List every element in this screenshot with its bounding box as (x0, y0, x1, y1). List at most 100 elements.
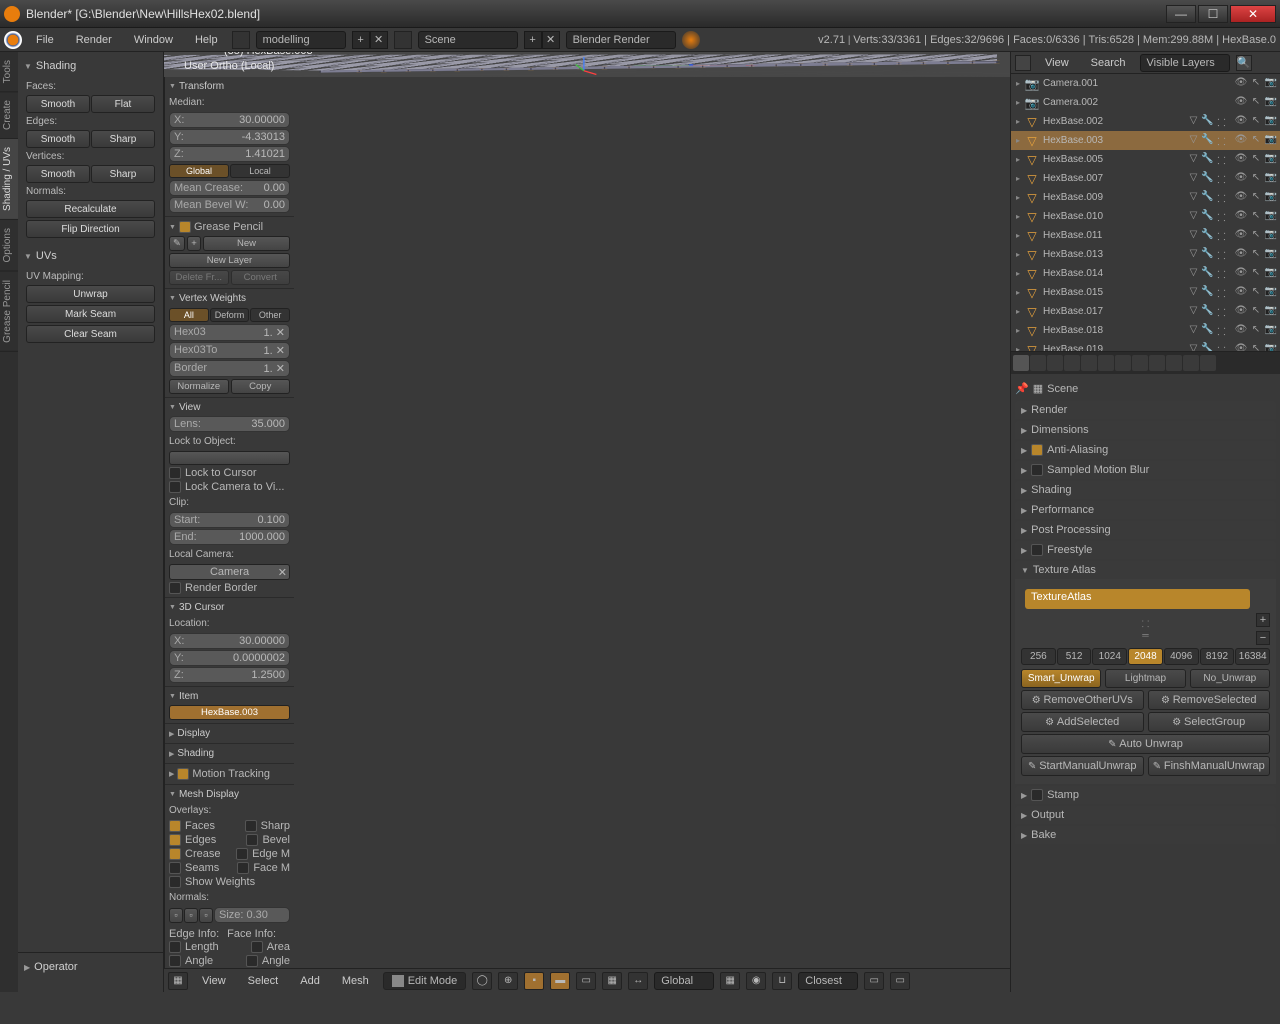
outliner-item[interactable]: ▸▽HexBase.007▽🔧⸬👁↖📷 (1011, 169, 1280, 188)
size-256-button[interactable]: 256 (1021, 648, 1056, 665)
median-z-field[interactable]: Z:1.41021 (169, 146, 290, 162)
overlay-edges-cb[interactable] (169, 834, 181, 846)
overlay-faces-cb[interactable] (169, 820, 181, 832)
shading-n-panel-header[interactable]: Shading (169, 746, 290, 761)
median-y-field[interactable]: Y:-4.33013 (169, 129, 290, 145)
normal-size-field[interactable]: Size: 0.30 (214, 907, 290, 923)
outliner-item[interactable]: ▸▽HexBase.005▽🔧⸬👁↖📷 (1011, 150, 1280, 169)
mesh-data-icon[interactable]: ▽ (1187, 267, 1200, 280)
wrench-icon[interactable]: 🔧 (1201, 153, 1214, 166)
selectable-icon[interactable]: ↖ (1249, 286, 1263, 300)
selectable-icon[interactable]: ↖ (1249, 210, 1263, 224)
remove-selected-button[interactable]: ⚙ RemoveSelected (1148, 690, 1271, 710)
freestyle-panel-header[interactable]: Freestyle (1015, 541, 1276, 559)
bake-panel-header[interactable]: Bake (1015, 826, 1276, 844)
gp-draw-icon[interactable]: ✎ (169, 236, 185, 251)
vertex-weights-header[interactable]: Vertex Weights (169, 291, 290, 306)
selectable-icon[interactable]: ↖ (1249, 134, 1263, 148)
renderable-icon[interactable]: 📷 (1264, 134, 1278, 148)
selectable-icon[interactable]: ↖ (1249, 96, 1263, 110)
recalculate-button[interactable]: Recalculate (26, 200, 155, 218)
verts-sharp-button[interactable]: Sharp (91, 165, 155, 183)
menu-file[interactable]: File (28, 31, 62, 49)
selectable-icon[interactable]: ↖ (1249, 324, 1263, 338)
3d-viewport[interactable]: User Ortho (Local) (35) HexBase.003 (164, 52, 1010, 77)
tab-modifiers-icon[interactable] (1115, 355, 1131, 371)
visibility-icon[interactable]: 👁 (1234, 248, 1248, 262)
size-8192-button[interactable]: 8192 (1200, 648, 1235, 665)
vgroup-icon[interactable]: ⸬ (1215, 286, 1228, 299)
renderable-icon[interactable]: 📷 (1264, 248, 1278, 262)
motion-blur-panel-header[interactable]: Sampled Motion Blur (1015, 461, 1276, 479)
mesh-data-icon[interactable]: ▽ (1187, 153, 1200, 166)
mesh-data-icon[interactable]: ▽ (1187, 305, 1200, 318)
copypaste-icon[interactable]: ▭ (890, 972, 910, 990)
texture-atlas-panel-header[interactable]: Texture Atlas (1015, 561, 1276, 579)
outliner-item[interactable]: ▸▽HexBase.013▽🔧⸬👁↖📷 (1011, 245, 1280, 264)
selectable-icon[interactable]: ↖ (1249, 153, 1263, 167)
remove-other-uvs-button[interactable]: ⚙ RemoveOtherUVs (1021, 690, 1144, 710)
wrench-icon[interactable]: 🔧 (1201, 286, 1214, 299)
cursor-y-field[interactable]: Y:0.0000002 (169, 650, 290, 666)
tab-options[interactable]: Options (0, 220, 18, 271)
stamp-checkbox[interactable] (1031, 789, 1043, 801)
selectable-icon[interactable]: ↖ (1249, 191, 1263, 205)
vw-all[interactable]: All (169, 308, 209, 322)
vgroup-icon[interactable]: ⸬ (1215, 172, 1228, 185)
mode-dropdown[interactable]: Edit Mode (383, 972, 467, 990)
overlay-crease-cb[interactable] (169, 848, 181, 860)
outliner-item[interactable]: ▸▽HexBase.011▽🔧⸬👁↖📷 (1011, 226, 1280, 245)
screen-layout-dropdown[interactable]: modelling (256, 31, 346, 49)
renderable-icon[interactable]: 📷 (1264, 96, 1278, 110)
outliner-filter-icon[interactable]: 🔍 (1236, 55, 1252, 71)
selectable-icon[interactable]: ↖ (1249, 115, 1263, 129)
atlas-name-field[interactable]: TextureAtlas (1025, 589, 1250, 609)
selectable-icon[interactable]: ↖ (1249, 229, 1263, 243)
output-panel-header[interactable]: Output (1015, 806, 1276, 824)
median-x-field[interactable]: X:30.00000 (169, 112, 290, 128)
visibility-icon[interactable]: 👁 (1234, 305, 1248, 319)
renderable-icon[interactable]: 📷 (1264, 286, 1278, 300)
pin-icon[interactable]: 📌 (1015, 382, 1029, 395)
gp-enable-checkbox[interactable] (179, 221, 191, 233)
selectable-icon[interactable]: ↖ (1249, 305, 1263, 319)
selectable-icon[interactable]: ↖ (1249, 77, 1263, 91)
verts-smooth-button[interactable]: Smooth (26, 165, 90, 183)
wrench-icon[interactable]: 🔧 (1201, 115, 1214, 128)
renderable-icon[interactable]: 📷 (1264, 210, 1278, 224)
tab-texture-icon[interactable] (1166, 355, 1182, 371)
mesh-data-icon[interactable]: ▽ (1187, 286, 1200, 299)
mesh-data-icon[interactable]: ▽ (1187, 115, 1200, 128)
tab-material-icon[interactable] (1149, 355, 1165, 371)
mesh-data-icon[interactable]: ▽ (1187, 134, 1200, 147)
wrench-icon[interactable]: 🔧 (1201, 172, 1214, 185)
size-16384-button[interactable]: 16384 (1235, 648, 1270, 665)
unwrap-button[interactable]: Unwrap (26, 285, 155, 303)
grease-pencil-panel-header[interactable]: Grease Pencil (169, 219, 290, 235)
renderable-icon[interactable]: 📷 (1264, 324, 1278, 338)
visibility-icon[interactable]: 👁 (1234, 324, 1248, 338)
start-manual-unwrap-button[interactable]: ✎ StartManualUnwrap (1021, 756, 1144, 776)
outliner-item[interactable]: ▸▽HexBase.009▽🔧⸬👁↖📷 (1011, 188, 1280, 207)
aa-checkbox[interactable] (1031, 444, 1043, 456)
faces-flat-button[interactable]: Flat (91, 95, 155, 113)
pivot-icon[interactable]: ⊕ (498, 972, 518, 990)
space-global-toggle[interactable]: Global (169, 164, 229, 178)
size-512-button[interactable]: 512 (1057, 648, 1092, 665)
visibility-icon[interactable]: 👁 (1234, 77, 1248, 91)
renderable-icon[interactable]: 📷 (1264, 305, 1278, 319)
cursor-x-field[interactable]: X:30.00000 (169, 633, 290, 649)
selectable-icon[interactable]: ↖ (1249, 267, 1263, 281)
scene-icon[interactable] (394, 31, 412, 49)
anti-aliasing-panel-header[interactable]: Anti-Aliasing (1015, 441, 1276, 459)
wrench-icon[interactable]: 🔧 (1201, 248, 1214, 261)
vg-hex03to[interactable]: Hex03To1. ✕ (169, 342, 290, 359)
transform-panel-header[interactable]: Transform (169, 79, 290, 94)
vw-deform[interactable]: Deform (210, 308, 250, 322)
mean-crease-field[interactable]: Mean Crease:0.00 (169, 180, 290, 196)
lock-object-field[interactable] (169, 451, 290, 465)
show-weights-cb[interactable] (169, 876, 181, 888)
vgroup-icon[interactable]: ⸬ (1215, 210, 1228, 223)
tab-physics-icon[interactable] (1200, 355, 1216, 371)
render-border-checkbox[interactable] (169, 582, 181, 594)
